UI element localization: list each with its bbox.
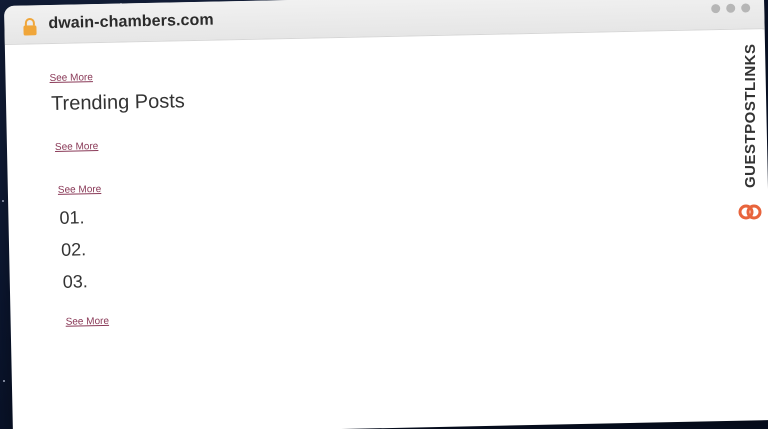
page-content: See More Trending Posts See More See Mor…: [5, 28, 768, 429]
window-dot[interactable]: [726, 3, 736, 13]
svg-text:GUESTPOSTLINKS: GUESTPOSTLINKS: [742, 43, 759, 188]
star: [2, 200, 4, 202]
page-heading: Trending Posts: [50, 90, 186, 116]
lock-icon: [23, 17, 37, 36]
see-more-link[interactable]: See More: [49, 72, 93, 84]
browser-window: dwain-chambers.com See More Trending Pos…: [4, 0, 768, 429]
window-dot[interactable]: [741, 3, 751, 13]
star: [3, 380, 5, 382]
guestpostlinks-logo: GUESTPOSTLINKS: [738, 43, 762, 220]
list-number: 01.: [59, 207, 85, 228]
see-more-link[interactable]: See More: [66, 316, 110, 328]
window-dot[interactable]: [711, 4, 721, 14]
window-controls: [711, 3, 751, 14]
see-more-link[interactable]: See More: [55, 141, 99, 153]
list-number: 03.: [62, 271, 89, 292]
link-chain-icon: [738, 204, 762, 220]
url-text[interactable]: dwain-chambers.com: [48, 12, 214, 33]
list-number: 02.: [60, 239, 87, 260]
see-more-link[interactable]: See More: [58, 184, 102, 196]
